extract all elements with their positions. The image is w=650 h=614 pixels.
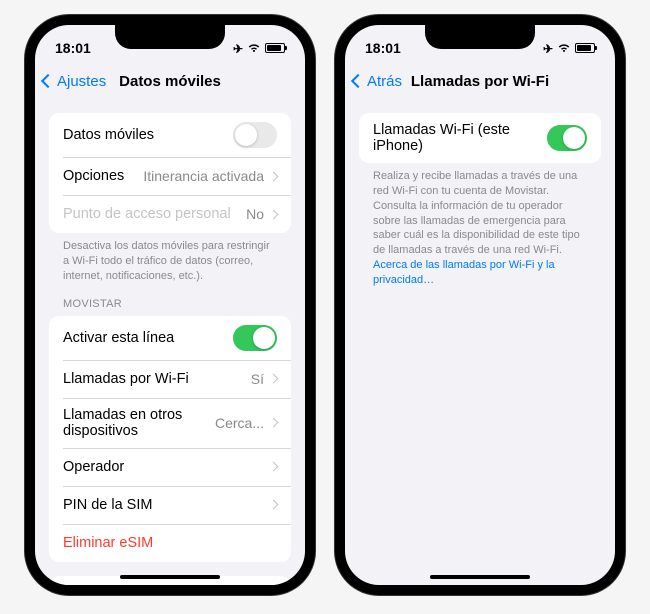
chevron-left-icon [351, 74, 365, 88]
screen: 18:01 Ajustes Datos móviles Datos móvile… [35, 25, 305, 585]
home-indicator[interactable] [430, 575, 530, 579]
phone-right: 18:01 Atrás Llamadas por Wi-Fi Llamadas … [335, 15, 625, 595]
battery-icon [265, 43, 285, 53]
chevron-right-icon [269, 209, 279, 219]
group-wifi-calling: Llamadas Wi-Fi (este iPhone) Realiza y r… [359, 113, 601, 288]
group-footer: Realiza y recibe llamadas a través de un… [359, 163, 601, 288]
airplane-mode-icon [543, 40, 553, 56]
group-movistar: MOVISTAR Activar esta línea Llamadas por… [49, 298, 291, 562]
chevron-left-icon [41, 74, 55, 88]
row-label: Datos móviles [63, 127, 154, 143]
privacy-link[interactable]: Acerca de las llamadas por Wi-Fi y la pr… [373, 259, 555, 286]
phone-left: 18:01 Ajustes Datos móviles Datos móvile… [25, 15, 315, 595]
row-activar-linea[interactable]: Activar esta línea [49, 316, 291, 360]
row-pin-sim[interactable]: PIN de la SIM [49, 486, 291, 524]
row-label: Llamadas Wi-Fi (este iPhone) [373, 122, 547, 154]
row-label: Llamadas por Wi-Fi [63, 371, 189, 387]
nav-bar: Atrás Llamadas por Wi-Fi [345, 63, 615, 99]
wifi-icon [247, 42, 261, 54]
chevron-right-icon [269, 462, 279, 472]
group-footer: Desactiva los datos móviles para restrin… [49, 233, 291, 284]
home-indicator[interactable] [120, 575, 220, 579]
toggle-wifi-calling[interactable] [547, 125, 587, 151]
row-datos-moviles[interactable]: Datos móviles [49, 113, 291, 157]
content[interactable]: Llamadas Wi-Fi (este iPhone) Realiza y r… [345, 99, 615, 585]
row-label: Opciones [63, 168, 124, 184]
back-label: Atrás [367, 73, 402, 90]
row-label: Punto de acceso personal [63, 206, 231, 222]
chevron-right-icon [269, 171, 279, 181]
row-llamadas-otros[interactable]: Llamadas en otros dispositivos Cerca... [49, 398, 291, 448]
nav-bar: Ajustes Datos móviles [35, 63, 305, 99]
row-label: Eliminar eSIM [63, 535, 153, 551]
group-header: MOVISTAR [49, 298, 291, 316]
row-eliminar-esim[interactable]: Eliminar eSIM [49, 524, 291, 562]
screen: 18:01 Atrás Llamadas por Wi-Fi Llamadas … [345, 25, 615, 585]
back-button[interactable]: Ajustes [43, 73, 106, 90]
chevron-right-icon [269, 500, 279, 510]
row-llamadas-wifi-iphone[interactable]: Llamadas Wi-Fi (este iPhone) [359, 113, 601, 163]
row-label: Activar esta línea [63, 330, 174, 346]
row-operador[interactable]: Operador [49, 448, 291, 486]
content[interactable]: Datos móviles Opciones Itinerancia activ… [35, 99, 305, 585]
airplane-mode-icon [233, 40, 243, 56]
row-label: Llamadas en otros dispositivos [63, 407, 215, 439]
row-opciones[interactable]: Opciones Itinerancia activada [49, 157, 291, 195]
group-cellular: Datos móviles Opciones Itinerancia activ… [49, 113, 291, 284]
row-label: PIN de la SIM [63, 497, 152, 513]
battery-icon [575, 43, 595, 53]
wifi-icon [557, 42, 571, 54]
row-label: Operador [63, 459, 124, 475]
chevron-right-icon [269, 374, 279, 384]
toggle-activar-linea[interactable] [233, 325, 277, 351]
notch [425, 25, 535, 49]
notch [115, 25, 225, 49]
row-hotspot[interactable]: Punto de acceso personal No [49, 195, 291, 233]
chevron-right-icon [269, 418, 279, 428]
back-button[interactable]: Atrás [353, 73, 402, 90]
toggle-datos-moviles[interactable] [233, 122, 277, 148]
back-label: Ajustes [57, 73, 106, 90]
row-llamadas-wifi[interactable]: Llamadas por Wi-Fi Sí [49, 360, 291, 398]
